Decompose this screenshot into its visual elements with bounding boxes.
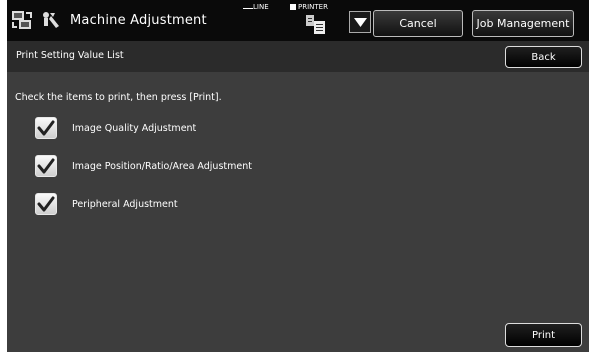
mode-switch-icon[interactable]	[11, 9, 33, 31]
item-label: Peripheral Adjustment	[72, 198, 178, 210]
line-indicator-rule	[243, 8, 253, 9]
printer-job-icon	[304, 13, 326, 35]
checkbox-checked[interactable]	[35, 155, 57, 177]
content-area: Check the items to print, then press [Pr…	[7, 72, 589, 352]
checkmark-icon	[37, 120, 55, 136]
dropdown-arrow-icon	[354, 18, 367, 27]
section-title: Print Setting Value List	[16, 50, 124, 61]
instruction-text: Check the items to print, then press [Pr…	[15, 92, 222, 103]
item-label: Image Quality Adjustment	[72, 122, 197, 134]
job-management-button[interactable]: Job Management	[472, 10, 574, 37]
page-title: Machine Adjustment	[70, 13, 207, 28]
cancel-button[interactable]: Cancel	[373, 10, 463, 37]
sub-header: Print Setting Value List Back	[7, 41, 589, 72]
printer-status-indicator	[290, 4, 296, 10]
status-dropdown-button[interactable]	[349, 11, 371, 33]
checkbox-checked[interactable]	[35, 193, 57, 215]
back-button[interactable]: Back	[505, 46, 582, 68]
item-image-position-ratio-area-adjustment[interactable]: Image Position/Ratio/Area Adjustment	[35, 154, 252, 178]
printer-status-label: PRINTER	[298, 3, 328, 11]
checkmark-icon	[37, 196, 55, 212]
touch-panel-screen: Machine Adjustment LINE PRINTER Cancel J…	[7, 0, 589, 352]
checkmark-icon	[37, 158, 55, 174]
line-status-label: LINE	[253, 3, 269, 11]
item-label: Image Position/Ratio/Area Adjustment	[72, 160, 252, 172]
print-button[interactable]: Print	[505, 323, 582, 347]
top-bar: Machine Adjustment LINE PRINTER Cancel J…	[7, 0, 589, 41]
adjustment-tool-icon	[41, 10, 61, 30]
checkbox-checked[interactable]	[35, 117, 57, 139]
item-image-quality-adjustment[interactable]: Image Quality Adjustment	[35, 116, 196, 140]
item-peripheral-adjustment[interactable]: Peripheral Adjustment	[35, 192, 178, 216]
